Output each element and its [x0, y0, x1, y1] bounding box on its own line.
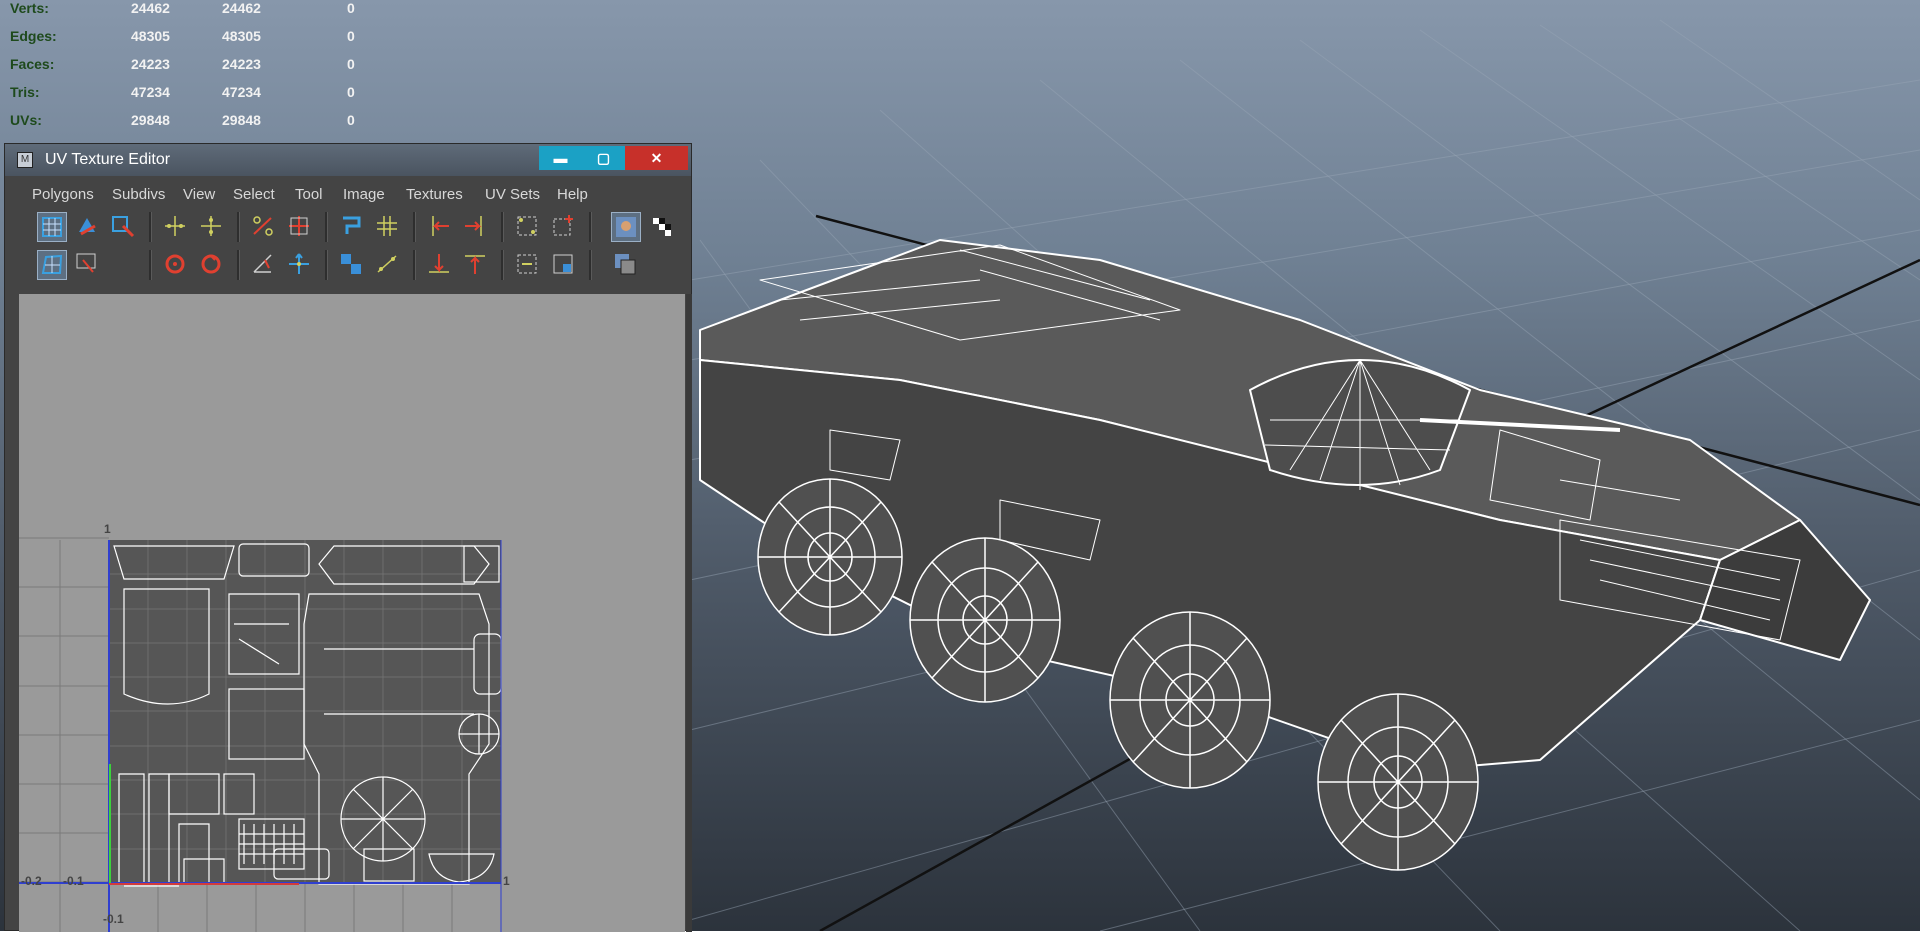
- menu-textures[interactable]: Textures: [406, 186, 463, 203]
- menu-bar: Polygons Subdivs View Select Tool Image …: [19, 184, 685, 206]
- split-uvs-icon[interactable]: [249, 250, 279, 280]
- toolbar-separator: [237, 212, 240, 242]
- wheel-1: [757, 478, 903, 636]
- hud-value: 0: [347, 0, 355, 16]
- align-max-v-icon[interactable]: [461, 250, 491, 280]
- toolbar-separator: [413, 212, 416, 242]
- uv-canvas[interactable]: 1 -0.2 -0.1 1 -0.1: [19, 294, 685, 932]
- sew-uv-edges-icon[interactable]: [285, 212, 315, 242]
- maya-app-icon: M: [17, 152, 33, 168]
- hud-value: 24223: [131, 56, 170, 72]
- hud-value: 0: [347, 28, 355, 44]
- toolbar-separator: [237, 250, 240, 280]
- toolbar-separator: [589, 212, 592, 242]
- menu-image[interactable]: Image: [343, 186, 385, 203]
- display-image-icon[interactable]: [611, 212, 641, 242]
- toolbar-separator: [325, 212, 328, 242]
- add-to-isolate-icon[interactable]: [549, 212, 579, 242]
- hud-value: 47234: [222, 84, 261, 100]
- close-button[interactable]: ✕: [625, 146, 688, 170]
- menu-help[interactable]: Help: [557, 186, 588, 203]
- cut-uv-edges-icon[interactable]: [249, 212, 279, 242]
- menu-view[interactable]: View: [183, 186, 215, 203]
- hud-label: UVs:: [10, 112, 42, 128]
- hud-value: 29848: [222, 112, 261, 128]
- toolbar-separator: [501, 212, 504, 242]
- hud-value: 0: [347, 112, 355, 128]
- hud-value: 24223: [222, 56, 261, 72]
- hud-label: Verts:: [10, 0, 49, 16]
- maximize-button[interactable]: ▢: [582, 146, 625, 170]
- hud-value: 0: [347, 84, 355, 100]
- uv-label: 1: [104, 522, 111, 536]
- tweak-uv-icon[interactable]: [73, 250, 103, 280]
- toolbar-separator: [325, 250, 328, 280]
- menu-tool[interactable]: Tool: [295, 186, 323, 203]
- toolbar-separator: [589, 250, 592, 280]
- menu-subdivs[interactable]: Subdivs: [112, 186, 165, 203]
- flip-v-icon[interactable]: [197, 212, 227, 242]
- menu-uv-sets[interactable]: UV Sets: [485, 186, 540, 203]
- toolbar-separator: [413, 250, 416, 280]
- uv-label: 1: [503, 874, 510, 888]
- uv-texture-editor-window[interactable]: M UV Texture Editor ▬ ▢ ✕ Polygons Subdi…: [4, 143, 692, 932]
- checker-icon[interactable]: [647, 212, 677, 242]
- grid-uvs-icon[interactable]: [373, 212, 403, 242]
- hud-label: Faces:: [10, 56, 55, 72]
- wheel-4: [1317, 693, 1479, 871]
- uv-lattice-deform-icon[interactable]: [37, 250, 67, 280]
- hud-value: 47234: [131, 84, 170, 100]
- hud-value: 0: [347, 56, 355, 72]
- hud-label: Tris:: [10, 84, 40, 100]
- wheel-3: [1109, 611, 1271, 789]
- unfold-uvs-icon[interactable]: [337, 250, 367, 280]
- layout-uvs-icon[interactable]: [337, 212, 367, 242]
- uv-scrollbar[interactable]: [686, 294, 692, 932]
- rotate-cw-icon[interactable]: [197, 250, 227, 280]
- hud-value: 48305: [131, 28, 170, 44]
- uv-snapshot-icon[interactable]: [611, 250, 641, 280]
- toolbar-separator: [501, 250, 504, 280]
- move-sew-icon[interactable]: [285, 250, 315, 280]
- align-min-v-icon[interactable]: [425, 250, 455, 280]
- wheel-2: [909, 537, 1061, 703]
- rotate-ccw-icon[interactable]: [161, 250, 191, 280]
- toolbar-separator: [149, 212, 152, 242]
- window-titlebar[interactable]: M UV Texture Editor ▬ ▢ ✕: [5, 144, 691, 176]
- hud-value: 29848: [131, 112, 170, 128]
- uv-lattice-icon[interactable]: [37, 212, 67, 242]
- window-title: UV Texture Editor: [45, 151, 171, 168]
- hud-value: 48305: [222, 28, 261, 44]
- uv-toolbar: [19, 210, 685, 288]
- hud-label: Edges:: [10, 28, 57, 44]
- menu-select[interactable]: Select: [233, 186, 275, 203]
- flip-u-icon[interactable]: [161, 212, 191, 242]
- toolbar-separator: [149, 250, 152, 280]
- align-max-u-icon[interactable]: [461, 212, 491, 242]
- uv-layout[interactable]: [19, 294, 685, 932]
- uv-label: -0.2: [21, 874, 42, 888]
- move-uv-shell-icon[interactable]: [73, 212, 103, 242]
- relax-uvs-icon[interactable]: [373, 250, 403, 280]
- remove-from-isolate-icon[interactable]: [513, 250, 543, 280]
- remove-all-isolate-icon[interactable]: [549, 250, 579, 280]
- uv-label: -0.1: [63, 874, 84, 888]
- uv-label: -0.1: [103, 912, 124, 926]
- hud-value: 24462: [131, 0, 170, 16]
- menu-polygons[interactable]: Polygons: [32, 186, 94, 203]
- smudge-uv-icon[interactable]: [109, 212, 139, 242]
- minimize-button[interactable]: ▬: [539, 146, 582, 170]
- align-min-u-icon[interactable]: [425, 212, 455, 242]
- isolate-select-icon[interactable]: [513, 212, 543, 242]
- hud-value: 24462: [222, 0, 261, 16]
